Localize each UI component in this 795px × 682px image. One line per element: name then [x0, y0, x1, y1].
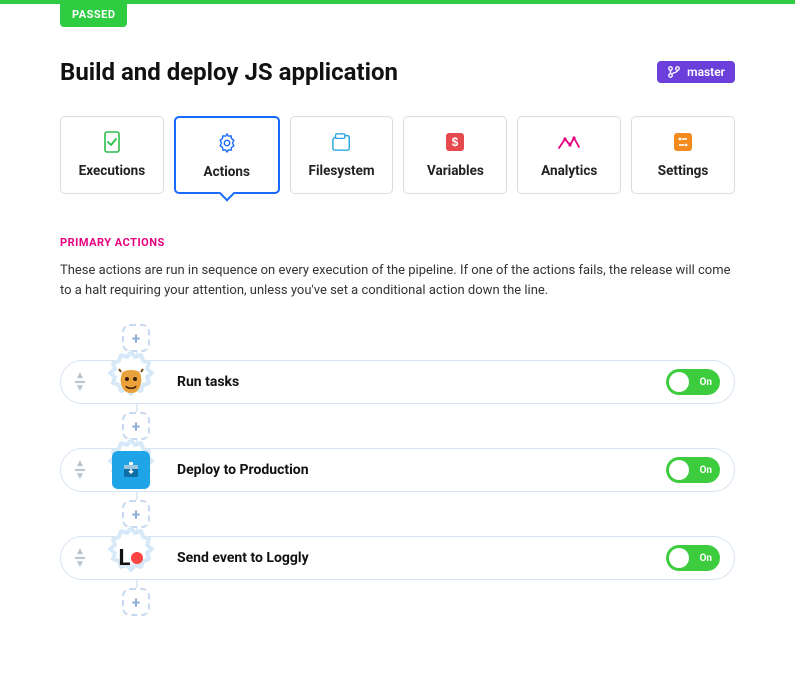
add-action-button[interactable]: +: [122, 412, 150, 440]
section-heading: PRIMARY ACTIONS: [60, 236, 735, 249]
drag-handle-icon[interactable]: ▲▼: [67, 372, 93, 392]
tab-label: Actions: [204, 164, 250, 180]
executions-icon: [102, 131, 122, 153]
add-action-button[interactable]: +: [122, 500, 150, 528]
action-toggle[interactable]: On: [666, 457, 720, 483]
action-row: ▲▼ Deploy to Production On: [60, 448, 735, 492]
tab-label: Filesystem: [309, 163, 375, 179]
branch-icon: [667, 65, 681, 79]
variables-icon: $: [445, 131, 465, 153]
action-icon-bubble: [99, 438, 163, 502]
toggle-knob: [669, 548, 689, 568]
analytics-icon: [557, 131, 581, 153]
tab-settings[interactable]: Settings: [631, 116, 735, 194]
toggle-state: On: [700, 377, 713, 388]
loggly-icon: L: [112, 539, 150, 577]
filesystem-icon: [331, 131, 353, 153]
tab-actions[interactable]: Actions: [174, 116, 280, 194]
toggle-state: On: [700, 465, 713, 476]
action-label[interactable]: Run tasks: [177, 374, 666, 390]
add-action-button[interactable]: +: [122, 324, 150, 352]
branch-badge[interactable]: master: [657, 61, 735, 83]
toggle-knob: [669, 372, 689, 392]
action-icon-bubble: [99, 350, 163, 414]
svg-text:$: $: [452, 135, 459, 149]
tab-label: Variables: [427, 163, 484, 179]
toggle-knob: [669, 460, 689, 480]
grunt-icon: [112, 363, 150, 401]
tab-label: Analytics: [541, 163, 597, 179]
section-description: These actions are run in sequence on eve…: [60, 261, 735, 300]
action-label[interactable]: Send event to Loggly: [177, 550, 666, 566]
drag-handle-icon[interactable]: ▲▼: [67, 548, 93, 568]
actions-icon: [216, 132, 238, 154]
action-toggle[interactable]: On: [666, 369, 720, 395]
tab-label: Executions: [79, 163, 145, 179]
action-row: ▲▼ L Send event to Loggly On: [60, 536, 735, 580]
add-action-button[interactable]: +: [122, 588, 150, 616]
tab-filesystem[interactable]: Filesystem: [290, 116, 394, 194]
action-icon-bubble: L: [99, 526, 163, 590]
tab-label: Settings: [658, 163, 709, 179]
page-title: Build and deploy JS application: [60, 58, 398, 86]
server-icon: [112, 451, 150, 489]
tab-variables[interactable]: $ Variables: [403, 116, 507, 194]
branch-label: master: [687, 65, 725, 79]
toggle-state: On: [700, 553, 713, 564]
action-toggle[interactable]: On: [666, 545, 720, 571]
settings-icon: [673, 131, 693, 153]
action-row: ▲▼ Run tasks On: [60, 360, 735, 404]
drag-handle-icon[interactable]: ▲▼: [67, 460, 93, 480]
page-header: Build and deploy JS application master: [60, 58, 735, 86]
tab-analytics[interactable]: Analytics: [517, 116, 621, 194]
status-badge: PASSED: [60, 4, 127, 27]
action-label[interactable]: Deploy to Production: [177, 462, 666, 478]
actions-list: + ▲▼ Run tasks: [60, 324, 735, 616]
tab-bar: Executions Actions Filesystem: [60, 116, 735, 194]
tab-executions[interactable]: Executions: [60, 116, 164, 194]
